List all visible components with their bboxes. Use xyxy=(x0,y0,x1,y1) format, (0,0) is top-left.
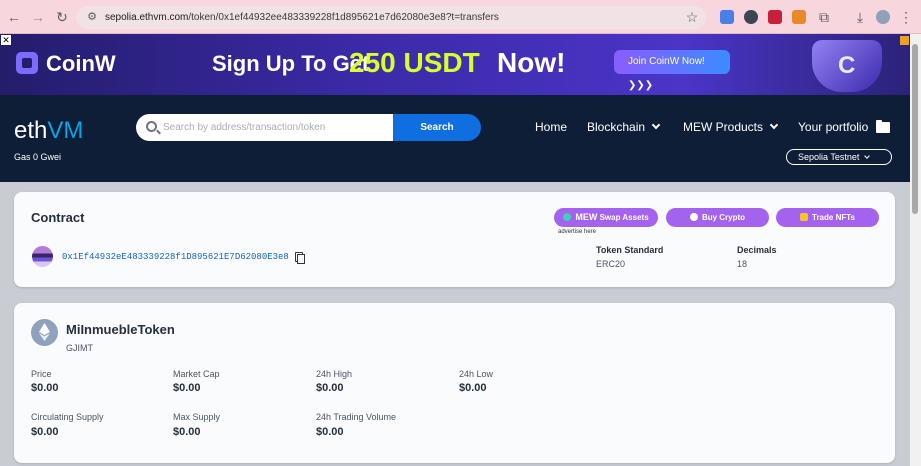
chevron-right-icon: ❯❯❯ xyxy=(628,80,654,91)
pdf-extension-icon[interactable] xyxy=(768,10,782,24)
forward-icon[interactable]: → xyxy=(30,9,46,25)
nft-icon xyxy=(800,213,808,221)
decimals-value: 18 xyxy=(737,259,748,269)
search-button[interactable]: Search xyxy=(393,114,481,141)
metamask-icon[interactable] xyxy=(792,10,806,24)
market-cap-value: $0.00 xyxy=(173,382,201,394)
translate-extension-icon[interactable] xyxy=(720,10,734,24)
advertise-link[interactable]: advertise here xyxy=(558,229,596,235)
buy-crypto-button[interactable]: Buy Crypto xyxy=(666,208,769,227)
ethereum-icon xyxy=(39,323,50,341)
ad-join-label: Join CoinW Now! xyxy=(628,56,705,67)
profile-avatar[interactable] xyxy=(876,10,890,24)
ad-banner[interactable]: ✕ CoinW Sign Up To Get 250 USDT Now! Joi… xyxy=(0,34,910,95)
search-input[interactable] xyxy=(163,115,389,140)
site-info-icon[interactable]: ⚙ xyxy=(84,9,100,25)
copy-icon[interactable] xyxy=(295,252,305,264)
max-supply-value: $0.00 xyxy=(173,426,201,438)
ethvm-logo[interactable]: ethVM xyxy=(14,117,83,145)
download-icon[interactable]: ⤓ xyxy=(852,9,868,25)
price-value: $0.00 xyxy=(31,382,59,394)
bookmark-star-icon[interactable]: ☆ xyxy=(684,9,700,25)
browser-menu-icon[interactable]: ⋮ xyxy=(898,9,914,25)
extensions-puzzle-icon[interactable]: ⧉ xyxy=(816,9,832,25)
nav-home[interactable]: Home xyxy=(535,120,567,134)
back-icon[interactable]: ← xyxy=(6,9,22,25)
network-select-label: Sepolia Testnet xyxy=(798,152,860,162)
network-select[interactable]: Sepolia Testnet xyxy=(786,149,892,165)
chevron-down-icon xyxy=(651,120,661,130)
circulating-supply-label: Circulating Supply xyxy=(31,412,104,422)
extension-icon[interactable] xyxy=(744,10,758,24)
swap-label: Swap Assets xyxy=(599,213,649,222)
circulating-supply-value: $0.00 xyxy=(31,426,59,438)
coins-icon xyxy=(689,213,698,221)
low-24h-value: $0.00 xyxy=(459,382,487,394)
mew-brand: MEW xyxy=(575,212,598,222)
low-24h-label: 24h Low xyxy=(459,369,494,379)
search-icon xyxy=(146,121,157,132)
trade-nfts-button[interactable]: Trade NFTs xyxy=(776,208,879,227)
ad-headline-amount: 250 USDT xyxy=(349,47,480,78)
nav-mew-products[interactable]: MEW Products xyxy=(683,120,779,134)
close-icon[interactable]: ✕ xyxy=(1,35,11,45)
price-label: Price xyxy=(31,369,52,379)
folder-icon[interactable] xyxy=(876,120,890,133)
ad-headline: Sign Up To Get xyxy=(212,51,370,76)
coinw-logo-icon xyxy=(16,52,38,74)
token-standard-value: ERC20 xyxy=(596,259,626,269)
token-symbol: GJIMT xyxy=(66,343,93,353)
gas-price: Gas 0 Gwei xyxy=(14,152,62,162)
nav-blockchain-label: Blockchain xyxy=(587,120,646,134)
token-name: MiInmuebleToken xyxy=(66,322,175,337)
ad-join-button[interactable]: Join CoinW Now! ❯❯❯ xyxy=(614,50,730,91)
trading-volume-value: $0.00 xyxy=(316,426,344,438)
contract-title: Contract xyxy=(31,210,85,225)
mew-logo-icon xyxy=(563,213,572,221)
buy-crypto-label: Buy Crypto xyxy=(701,213,746,222)
ad-headline-end: Now! xyxy=(497,47,566,78)
contract-address[interactable]: 0x1Ef44932eE483339228f1D895621E7D62080E3… xyxy=(62,252,289,262)
chevron-down-icon xyxy=(769,120,779,130)
address-avatar xyxy=(32,246,53,267)
decimals-label: Decimals xyxy=(737,245,777,255)
url-text[interactable]: sepolia.ethvm.com/token/0x1ef44932ee4833… xyxy=(105,12,499,23)
high-24h-value: $0.00 xyxy=(316,382,344,394)
nav-blockchain[interactable]: Blockchain xyxy=(587,120,661,134)
high-24h-label: 24h High xyxy=(316,369,353,379)
reload-icon[interactable]: ↻ xyxy=(54,9,70,25)
mew-swap-button[interactable]: MEW Swap Assets xyxy=(554,208,658,227)
max-supply-label: Max Supply xyxy=(173,412,221,422)
ad-info-icon[interactable] xyxy=(900,36,909,45)
market-cap-label: Market Cap xyxy=(173,369,220,379)
token-standard-label: Token Standard xyxy=(596,245,664,255)
ad-logo: CoinW xyxy=(46,51,116,76)
nav-portfolio[interactable]: Your portfolio xyxy=(798,120,868,134)
chevron-down-icon xyxy=(864,153,871,159)
contract-card xyxy=(14,192,895,287)
nav-mew-products-label: MEW Products xyxy=(683,120,764,134)
trade-nfts-label: Trade NFTs xyxy=(812,213,855,222)
trading-volume-label: 24h Trading Volume xyxy=(316,412,397,422)
shield-icon xyxy=(812,40,882,92)
scrollbar-thumb[interactable] xyxy=(912,44,918,214)
